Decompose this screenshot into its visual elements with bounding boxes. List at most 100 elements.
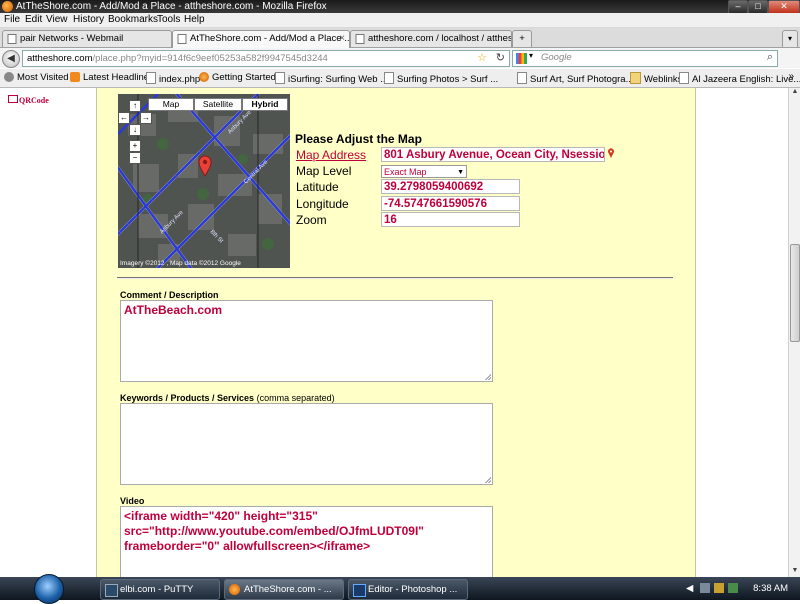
close-tab-icon[interactable]: × (339, 31, 345, 47)
pan-up-icon[interactable]: ↑ (129, 100, 141, 112)
taskbar-item-putty[interactable]: elbi.com - PuTTY (100, 579, 220, 600)
vertical-scrollbar[interactable]: ▲ ▼ (788, 88, 800, 577)
bookmark-most-visited[interactable]: Most Visited (4, 72, 69, 83)
tray-arrow-icon[interactable]: ◀ (686, 583, 696, 594)
bookmark-surfing-photos[interactable]: Surfing Photos > Surf ... (384, 72, 498, 85)
close-window-button[interactable]: ✕ (768, 0, 800, 14)
longitude-field[interactable]: -74.5747661590576 (381, 196, 520, 211)
google-icon[interactable] (516, 53, 527, 64)
tab-attheshore[interactable]: AtTheShore.com - Add/Mod a Place ... × (172, 30, 350, 49)
menu-file[interactable]: File (4, 14, 20, 25)
page-icon (384, 72, 394, 84)
video-textarea[interactable]: <iframe width="420" height="315" src="ht… (120, 506, 493, 577)
section-divider (117, 277, 673, 279)
qrcode-link[interactable]: QRCode (8, 95, 49, 105)
map-address-link[interactable]: Map Address (296, 148, 366, 162)
map-marker-icon[interactable] (198, 155, 212, 177)
pan-down-icon[interactable]: ↓ (129, 124, 141, 136)
latitude-field[interactable]: 39.2798059400692 (381, 179, 520, 194)
pan-left-icon[interactable]: ← (118, 112, 130, 124)
bookmark-weblinks[interactable]: Weblinks (630, 72, 682, 85)
search-bar[interactable]: ▾ Google ⌕ (512, 50, 778, 67)
tab-webmail[interactable]: pair Networks - Webmail (2, 30, 172, 47)
bookmark-getting-started[interactable]: Getting Started (199, 72, 276, 83)
zoom-label: Zoom (296, 213, 327, 227)
map-credit: Imagery ©2012 , Map data ©2012 Google (120, 260, 241, 267)
bookmarks-toolbar: Most Visited Latest Headlines index.php … (0, 69, 800, 88)
map-widget[interactable]: Asbury Ave Central Ave Asbury Ave 8th St… (118, 94, 290, 268)
url-bar[interactable]: attheshore.com/place.php?myid=914f6c9eef… (22, 50, 510, 67)
maximize-button[interactable]: □ (748, 0, 768, 14)
video-label: Video (120, 496, 145, 506)
adjust-map-title: Please Adjust the Map (295, 132, 422, 146)
menu-bar: File Edit View History Bookmarks Tools H… (0, 13, 800, 28)
scrollbar-thumb[interactable] (790, 244, 800, 342)
windows-taskbar: elbi.com - PuTTY AtTheShore.com - ... Ed… (0, 574, 800, 604)
bookmark-isurfing[interactable]: iSurfing: Surfing Web ... (275, 72, 388, 85)
minimize-button[interactable]: – (728, 0, 748, 14)
bookmarks-overflow-icon[interactable]: » (788, 71, 794, 82)
bookmark-latest-headlines[interactable]: Latest Headlines (70, 72, 154, 83)
scroll-down-icon[interactable]: ▼ (789, 567, 800, 577)
back-button[interactable]: ◀ (2, 50, 20, 68)
scroll-up-icon[interactable]: ▲ (789, 88, 800, 98)
zoom-out-icon[interactable]: − (129, 152, 141, 164)
tab-list-button[interactable]: ▾ (782, 30, 798, 47)
page-icon (355, 34, 365, 44)
tray-app-icon[interactable] (728, 583, 738, 593)
menu-history[interactable]: History (73, 14, 104, 25)
longitude-label: Longitude (296, 197, 349, 211)
bookmark-al-jazeera[interactable]: Al Jazeera English: Live... (679, 72, 800, 85)
video-embed-text: <iframe width="420" height="315" src="ht… (124, 509, 424, 553)
qrcode-icon (8, 95, 18, 103)
firefox-icon (199, 72, 209, 82)
window-title: AtTheShore.com - Add/Mod a Place - atthe… (16, 1, 327, 12)
keywords-label: Keywords / Products / Services (comma se… (120, 393, 335, 403)
zoom-field[interactable]: 16 (381, 212, 520, 227)
search-placeholder: Google (541, 52, 572, 63)
firefox-icon (229, 584, 240, 595)
chevron-down-icon[interactable]: ▾ (529, 51, 533, 60)
page-viewport: QRCode Asbury Ave Central Ave Asbury Ave… (0, 88, 788, 577)
bookmark-star-icon[interactable]: ☆ (477, 51, 487, 66)
map-level-value: Exact Map (384, 167, 427, 177)
map-level-select[interactable]: Exact Map ▼ (381, 165, 467, 178)
resize-grip-icon[interactable] (485, 477, 491, 483)
pin-icon[interactable] (607, 148, 615, 158)
page-icon (679, 72, 689, 84)
menu-edit[interactable]: Edit (25, 14, 42, 25)
bookmark-index[interactable]: index.php (146, 72, 200, 85)
navigation-bar: ◀ attheshore.com/place.php?myid=914f6c9e… (0, 48, 800, 68)
clock[interactable]: 8:38 AM (753, 583, 788, 594)
resize-grip-icon[interactable] (485, 374, 491, 380)
page-icon (146, 72, 156, 84)
new-tab-button[interactable]: + (512, 30, 532, 47)
map-type-map-button[interactable]: Map (148, 98, 194, 111)
firefox-icon (2, 1, 13, 12)
tab-label: AtTheShore.com - Add/Mod a Place ... (190, 33, 350, 44)
network-icon[interactable] (700, 583, 710, 593)
map-type-hybrid-button[interactable]: Hybrid (242, 98, 288, 111)
map-address-field[interactable]: 801 Asbury Avenue, Ocean City, Nsession (381, 147, 605, 162)
page-icon (517, 72, 527, 84)
comment-label: Comment / Description (120, 290, 219, 300)
menu-bookmarks[interactable]: Bookmarks (108, 14, 158, 25)
comment-textarea[interactable]: AtTheBeach.com (120, 300, 493, 382)
menu-tools[interactable]: Tools (157, 14, 180, 25)
window-title-bar[interactable]: AtTheShore.com - Add/Mod a Place - atthe… (0, 0, 800, 14)
menu-help[interactable]: Help (184, 14, 205, 25)
bookmark-surf-art[interactable]: Surf Art, Surf Photogra... (517, 72, 634, 85)
keywords-textarea[interactable] (120, 403, 493, 485)
map-type-satellite-button[interactable]: Satellite (194, 98, 242, 111)
page-icon (177, 34, 187, 44)
tab-localhost[interactable]: attheshore.com / localhost / atthesh... (350, 30, 512, 47)
volume-icon[interactable] (714, 583, 724, 593)
tab-label: attheshore.com / localhost / atthesh... (368, 33, 512, 44)
taskbar-item-firefox[interactable]: AtTheShore.com - ... (224, 579, 344, 600)
pan-right-icon[interactable]: → (140, 112, 152, 124)
zoom-in-icon[interactable]: + (129, 140, 141, 152)
reload-icon[interactable]: ↻ (496, 51, 505, 66)
taskbar-item-photoshop[interactable]: Editor - Photoshop ... (348, 579, 468, 600)
menu-view[interactable]: View (46, 14, 68, 25)
search-icon[interactable]: ⌕ (767, 51, 773, 64)
